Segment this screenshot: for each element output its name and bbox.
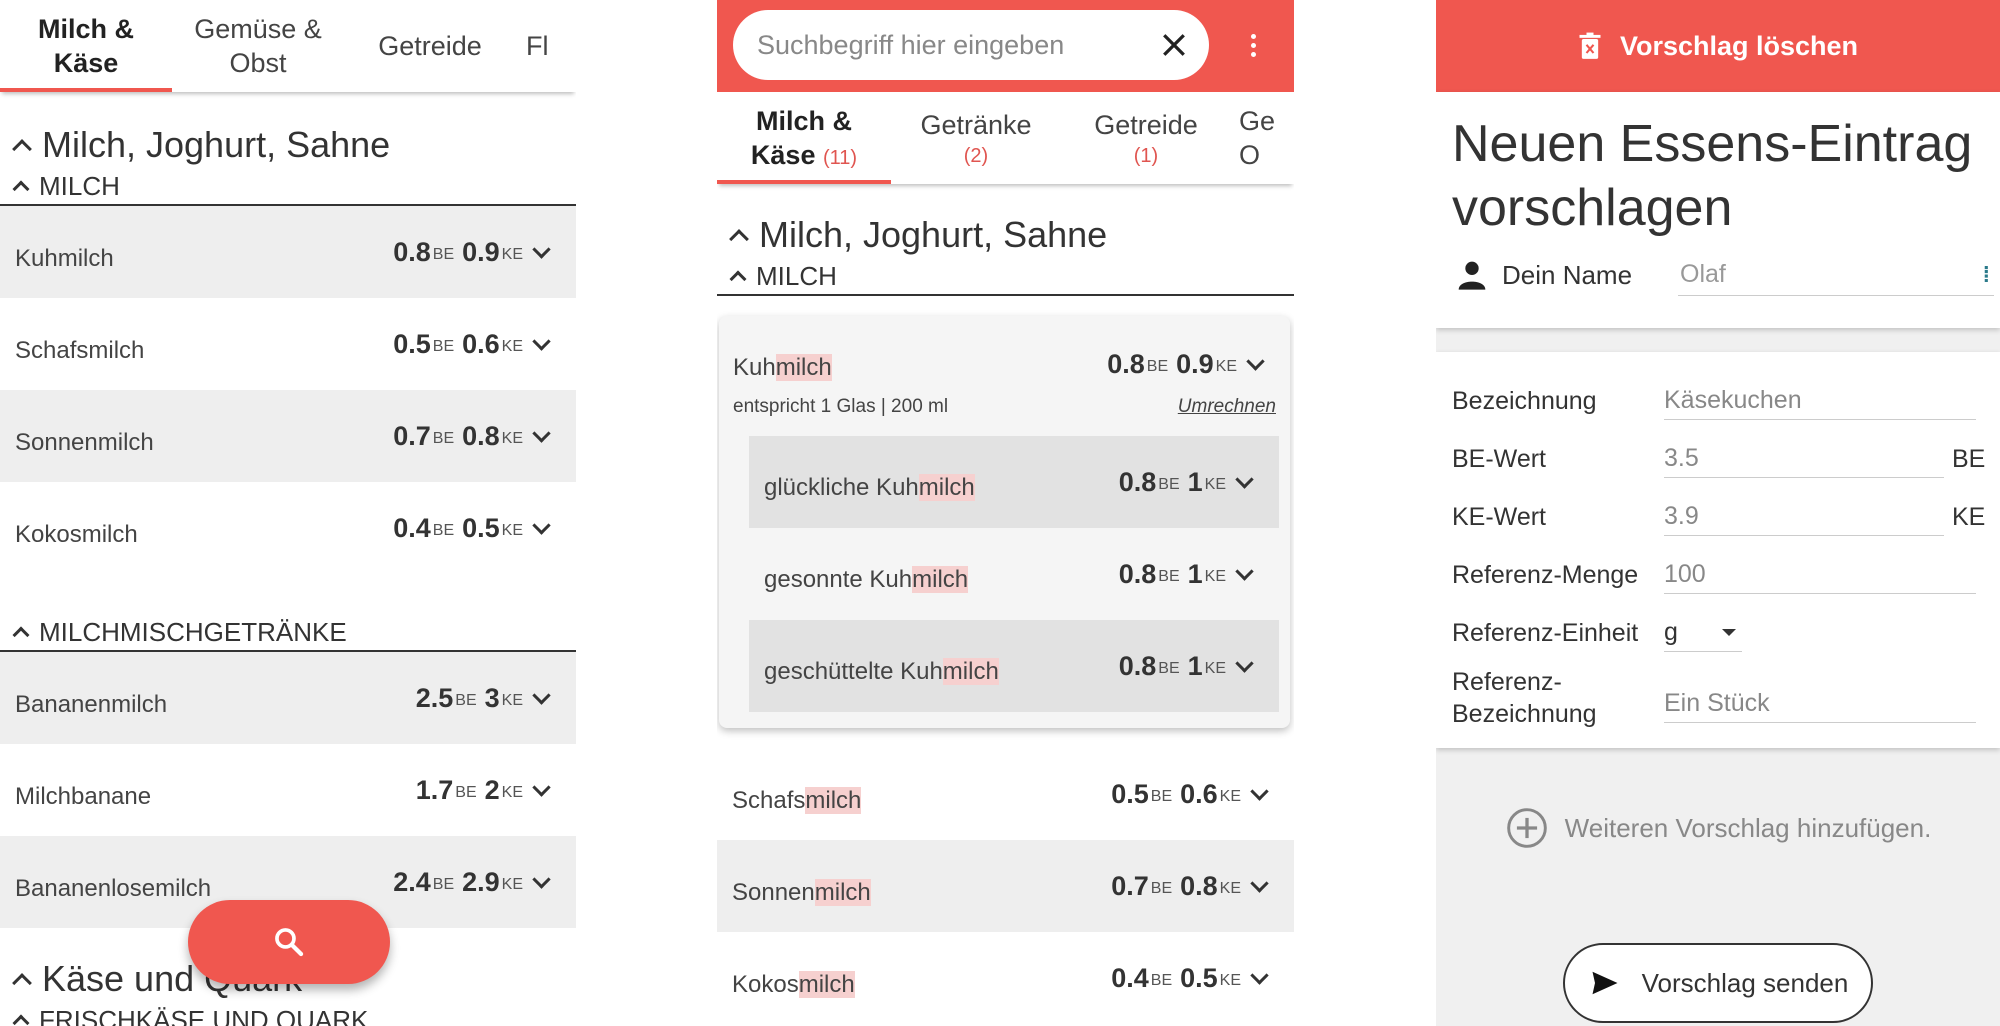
suggestion-form-card: Bezeichnung Käsekuchen BE-Wert 3.5 BE KE… bbox=[1436, 352, 2000, 748]
page-title: Neuen Essens-Eintrag vorschlagen bbox=[1436, 92, 2000, 240]
chevron-up-icon bbox=[12, 1014, 30, 1026]
reference-unit-select[interactable]: g bbox=[1664, 615, 1742, 652]
list-item[interactable]: Schafsmilch 0.5 BE 0.6 KE bbox=[717, 748, 1294, 840]
search-bar bbox=[717, 0, 1294, 92]
send-icon bbox=[1592, 971, 1618, 995]
subsection-title[interactable]: MILCHMISCHGETRÄNKE bbox=[0, 614, 576, 652]
search-results-panel: Milch & Käse (11) Getränke(2) Getreide(1… bbox=[717, 0, 1294, 1026]
send-suggestion-button[interactable]: Vorschlag senden bbox=[1563, 943, 1873, 1023]
tab-milch-kaese[interactable]: Milch & Käse (11) bbox=[717, 92, 891, 184]
chevron-down-icon[interactable] bbox=[532, 331, 551, 351]
tab-getraenke[interactable]: Getränke (2) bbox=[891, 92, 1061, 184]
name-field[interactable]: Olaf ⁞ bbox=[1678, 255, 1994, 296]
expanded-item-card: Kuhmilch 0.8 BE 0.9 KE entspricht 1 Glas | … bbox=[719, 316, 1290, 728]
subsection-title[interactable]: FRISCHKÄSE UND QUARK bbox=[0, 1002, 576, 1026]
variant-item[interactable]: geschüttelte Kuhmilch 0.8 BE 1 KE bbox=[749, 620, 1279, 712]
chevron-down-icon[interactable] bbox=[1246, 351, 1265, 371]
tab-milch-kaese[interactable]: Milch & Käse bbox=[0, 0, 172, 92]
list-item[interactable]: Kokosmilch 0.4 BE 0.5 KE bbox=[717, 932, 1294, 1024]
close-icon[interactable] bbox=[1161, 32, 1187, 58]
chevron-down-icon[interactable] bbox=[1235, 653, 1254, 673]
add-suggestion-button[interactable]: Weiteren Vorschlag hinzufügen. bbox=[1436, 748, 2000, 908]
be-value-input[interactable]: 3.5 bbox=[1664, 441, 1944, 478]
list-item[interactable]: Kokosmilch 0.4 BE 0.5 KE bbox=[0, 482, 576, 574]
name-label: Dein Name bbox=[1502, 259, 1633, 290]
trash-icon bbox=[1579, 32, 1601, 59]
suggestion-header-card: Neuen Essens-Eintrag vorschlagen Dein Na… bbox=[1436, 92, 2000, 328]
chevron-up-icon bbox=[729, 229, 749, 249]
category-tabs: Milch & Käse Gemüse & Obst Getreide Fl bbox=[0, 0, 576, 92]
chevron-down-icon[interactable] bbox=[532, 423, 551, 443]
chevron-down-icon[interactable] bbox=[532, 239, 551, 259]
category-tabs: Milch & Käse (11) Getränke (2) Getreide (1… bbox=[717, 92, 1294, 184]
list-item[interactable]: Kuhmilch 0.8 BE 0.9 KE bbox=[719, 316, 1290, 382]
chevron-down-icon[interactable] bbox=[1250, 965, 1269, 985]
chevron-down-icon[interactable] bbox=[532, 685, 551, 705]
list-item[interactable]: Sonnenmilch 0.7 BE 0.8 KE bbox=[0, 390, 576, 482]
chevron-down-icon[interactable] bbox=[1235, 561, 1254, 581]
chevron-down-icon[interactable] bbox=[532, 515, 551, 535]
search-icon bbox=[275, 928, 304, 957]
subsection-title[interactable]: MILCH bbox=[717, 258, 1294, 296]
reference-label-input[interactable]: Ein Stück bbox=[1664, 686, 1976, 723]
tab-getreide[interactable]: Getreide bbox=[344, 0, 516, 92]
list-item[interactable]: Milchbanane 1.7 BE 2 KE bbox=[0, 744, 576, 836]
dropdown-arrow-icon bbox=[1722, 629, 1736, 636]
variant-item[interactable]: glückliche Kuhmilch 0.8 BE 1 KE bbox=[749, 436, 1279, 528]
password-manager-icon[interactable]: ⁞ bbox=[1983, 262, 1990, 288]
list-item[interactable]: Schafsmilch 0.5 BE 0.6 KE bbox=[0, 298, 576, 390]
chevron-up-icon bbox=[12, 626, 30, 644]
chevron-down-icon[interactable] bbox=[532, 777, 551, 797]
section-title[interactable]: Milch, Joghurt, Sahne bbox=[0, 122, 576, 168]
chevron-down-icon[interactable] bbox=[1235, 469, 1254, 489]
tab-ge[interactable]: Ge O bbox=[1231, 92, 1294, 184]
search-input[interactable] bbox=[755, 28, 1139, 62]
chevron-up-icon bbox=[729, 270, 747, 288]
add-circle-icon bbox=[1506, 808, 1547, 848]
search-fab-button[interactable] bbox=[188, 900, 390, 984]
more-menu-icon[interactable] bbox=[1251, 34, 1256, 61]
subsection-title[interactable]: MILCH bbox=[0, 168, 576, 206]
chevron-down-icon[interactable] bbox=[1250, 781, 1269, 801]
section-title[interactable]: Milch, Joghurt, Sahne bbox=[717, 212, 1294, 258]
chevron-up-icon bbox=[12, 180, 30, 198]
chevron-down-icon[interactable] bbox=[1250, 873, 1269, 893]
list-item[interactable]: Kuhmilch 0.8 BE 0.9 KE bbox=[0, 206, 576, 298]
variant-item[interactable]: gesonnte Kuhmilch 0.8 BE 1 KE bbox=[749, 528, 1279, 620]
convert-link[interactable]: Umrechnen bbox=[1178, 396, 1276, 418]
delete-suggestion-button[interactable]: Vorschlag löschen bbox=[1436, 0, 2000, 92]
portion-description: entspricht 1 Glas | 200 ml bbox=[733, 396, 949, 417]
suggestion-form-panel: Vorschlag löschen Neuen Essens-Eintrag v… bbox=[1436, 0, 2000, 1026]
tab-gemuese-obst[interactable]: Gemüse & Obst bbox=[172, 0, 344, 92]
ke-value-input[interactable]: 3.9 bbox=[1664, 499, 1944, 536]
bezeichnung-input[interactable]: Käsekuchen bbox=[1664, 383, 1976, 420]
person-icon bbox=[1458, 261, 1486, 290]
list-item[interactable]: Sonnenmilch 0.7 BE 0.8 KE bbox=[717, 840, 1294, 932]
tab-fl[interactable]: Fl bbox=[516, 0, 576, 92]
search-box bbox=[733, 10, 1209, 80]
tab-getreide[interactable]: Getreide (1) bbox=[1061, 92, 1231, 184]
list-item[interactable]: Bananenmilch 2.5 BE 3 KE bbox=[0, 652, 576, 744]
chevron-up-icon bbox=[12, 139, 32, 159]
chevron-up-icon bbox=[12, 973, 32, 993]
food-list-panel: Milch & Käse Gemüse & Obst Getreide Fl M… bbox=[0, 0, 576, 1026]
chevron-down-icon[interactable] bbox=[532, 869, 551, 889]
reference-amount-input[interactable]: 100 bbox=[1664, 557, 1976, 594]
